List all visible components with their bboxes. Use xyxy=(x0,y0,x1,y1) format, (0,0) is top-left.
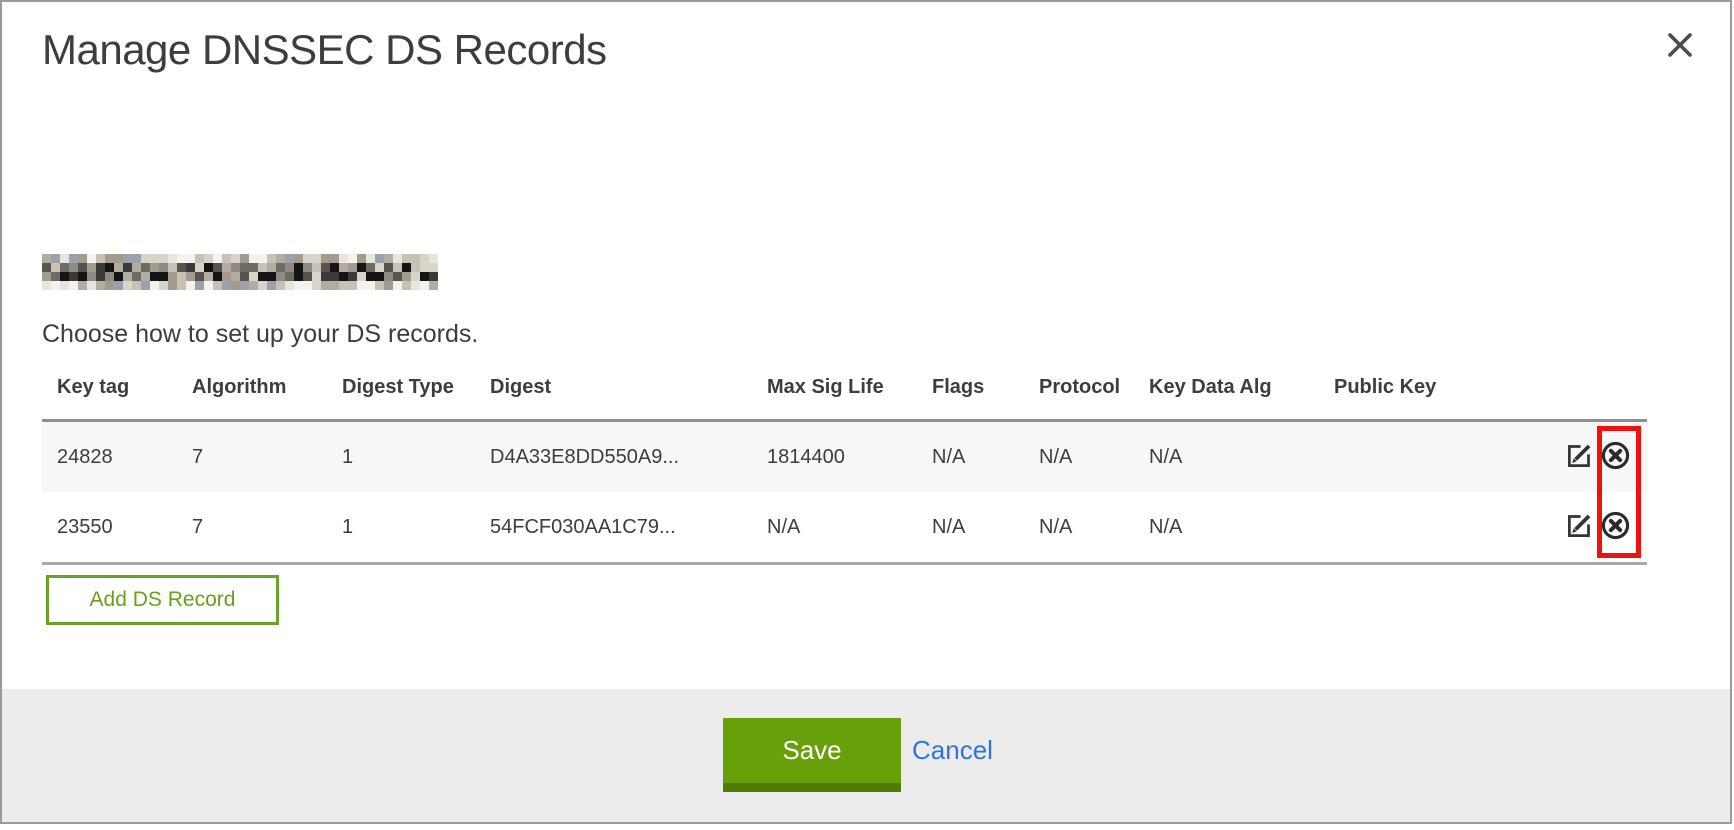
delete-circle-x-icon xyxy=(1601,511,1630,540)
col-digest-type: Digest Type xyxy=(327,362,475,421)
cell-max-sig-life: N/A xyxy=(752,492,917,564)
save-button[interactable]: Save xyxy=(723,718,901,792)
delete-circle-x-icon xyxy=(1601,441,1630,470)
col-digest: Digest xyxy=(475,362,752,421)
col-flags: Flags xyxy=(917,362,1024,421)
cell-flags: N/A xyxy=(917,492,1024,564)
cell-digest: D4A33E8DD550A9... xyxy=(475,421,752,493)
col-protocol: Protocol xyxy=(1024,362,1134,421)
edit-record-button[interactable] xyxy=(1566,512,1593,542)
edit-record-button[interactable] xyxy=(1566,442,1593,472)
cell-digest: 54FCF030AA1C79... xyxy=(475,492,752,564)
close-button[interactable] xyxy=(1664,30,1696,62)
page-title: Manage DNSSEC DS Records xyxy=(42,26,607,74)
table-row: 23550 7 1 54FCF030AA1C79... N/A N/A N/A … xyxy=(42,492,1647,564)
add-ds-record-button[interactable]: Add DS Record xyxy=(46,575,279,625)
subtitle: Choose how to set up your DS records. xyxy=(42,320,478,349)
delete-record-button[interactable] xyxy=(1601,441,1630,473)
col-key-tag: Key tag xyxy=(42,362,177,421)
cell-digest-type: 1 xyxy=(327,421,475,493)
cell-protocol: N/A xyxy=(1024,421,1134,493)
close-icon xyxy=(1665,30,1695,60)
edit-icon xyxy=(1566,512,1593,539)
cell-key-data-alg: N/A xyxy=(1134,421,1319,493)
cell-key-tag: 24828 xyxy=(42,421,177,493)
row-actions xyxy=(1562,421,1647,493)
table-row: 24828 7 1 D4A33E8DD550A9... 1814400 N/A … xyxy=(42,421,1647,493)
modal-footer: Save Cancel xyxy=(2,689,1730,822)
cell-flags: N/A xyxy=(917,421,1024,493)
col-key-data-alg: Key Data Alg xyxy=(1134,362,1319,421)
edit-icon xyxy=(1566,442,1593,469)
cell-public-key xyxy=(1319,421,1562,493)
row-actions xyxy=(1562,492,1647,564)
delete-record-button[interactable] xyxy=(1601,511,1630,543)
table-header-row: Key tag Algorithm Digest Type Digest Max… xyxy=(42,362,1647,421)
cell-algorithm: 7 xyxy=(177,492,327,564)
cell-max-sig-life: 1814400 xyxy=(752,421,917,493)
col-max-sig-life: Max Sig Life xyxy=(752,362,917,421)
cell-key-tag: 23550 xyxy=(42,492,177,564)
cell-protocol: N/A xyxy=(1024,492,1134,564)
domain-name-redacted xyxy=(42,254,438,290)
cell-digest-type: 1 xyxy=(327,492,475,564)
dnssec-modal: Manage DNSSEC DS Records Choose how to s… xyxy=(0,0,1732,824)
col-algorithm: Algorithm xyxy=(177,362,327,421)
cell-algorithm: 7 xyxy=(177,421,327,493)
cell-public-key xyxy=(1319,492,1562,564)
cancel-link[interactable]: Cancel xyxy=(912,735,993,766)
cell-key-data-alg: N/A xyxy=(1134,492,1319,564)
col-actions xyxy=(1562,362,1647,421)
ds-records-table: Key tag Algorithm Digest Type Digest Max… xyxy=(42,362,1647,565)
col-public-key: Public Key xyxy=(1319,362,1562,421)
